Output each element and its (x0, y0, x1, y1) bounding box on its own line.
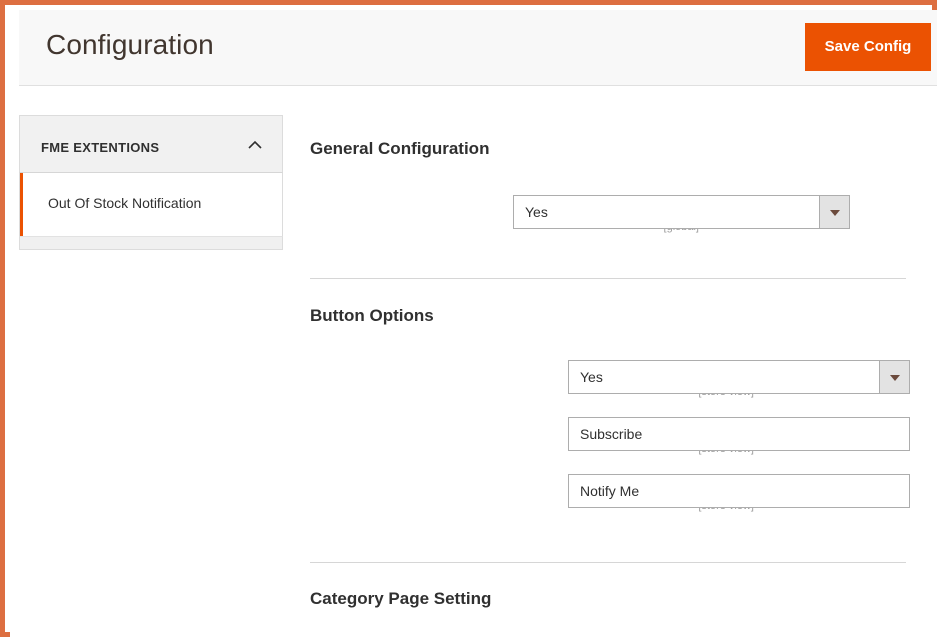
chevron-down-icon[interactable] (879, 361, 909, 393)
field-row: Product page Button text [store view] (305, 425, 915, 480)
button-enable-select[interactable]: Yes (568, 360, 910, 394)
section-category-page-setting: Category Page Setting Enable on Category… (305, 589, 915, 637)
module-enable-select[interactable]: Yes (513, 195, 850, 229)
section-divider (310, 278, 906, 279)
sidebar-item-out-of-stock-notification[interactable]: Out Of Stock Notification (20, 173, 282, 236)
field-row: Category page Button text [store view] (305, 482, 915, 537)
sidebar-footer-strip (19, 236, 283, 250)
sidebar-item-label: Out Of Stock Notification (48, 195, 201, 211)
config-sidebar: FME EXTENTIONS Out Of Stock Notification (19, 115, 283, 250)
browser-frame: Configuration Save Config FME EXTENTIONS… (0, 0, 937, 637)
section-button-options: Button Options Button Enable [store view… (305, 306, 915, 563)
sidebar-section-title: FME EXTENTIONS (41, 140, 159, 155)
config-form: General Configuration Module Enable [glo… (305, 115, 915, 637)
chevron-down-icon[interactable] (819, 196, 849, 228)
field-row: Module Enable [global] Yes (305, 203, 915, 258)
save-config-button[interactable]: Save Config (805, 23, 931, 71)
field-control: Yes (568, 360, 910, 394)
page-header: Configuration Save Config (19, 10, 937, 86)
sidebar-section-fme-extentions[interactable]: FME EXTENTIONS (19, 115, 283, 173)
button-enable-value: Yes (580, 369, 603, 385)
section-heading: General Configuration (305, 139, 915, 159)
product-page-button-text-input[interactable] (568, 417, 910, 451)
field-control (568, 474, 910, 508)
page-title: Configuration (46, 29, 214, 61)
field-control: Yes (513, 195, 850, 229)
admin-page: Configuration Save Config FME EXTENTIONS… (10, 10, 937, 637)
section-divider (310, 562, 906, 563)
section-general-configuration: General Configuration Module Enable [glo… (305, 139, 915, 279)
field-control (568, 417, 910, 451)
section-heading: Category Page Setting (305, 589, 915, 609)
field-row: Button Enable [store view] Yes (305, 368, 915, 423)
section-heading: Button Options (305, 306, 915, 326)
module-enable-value: Yes (525, 204, 548, 220)
sidebar-item-list: Out Of Stock Notification (19, 173, 283, 236)
category-page-button-text-input[interactable] (568, 474, 910, 508)
chevron-up-icon[interactable] (248, 140, 262, 149)
